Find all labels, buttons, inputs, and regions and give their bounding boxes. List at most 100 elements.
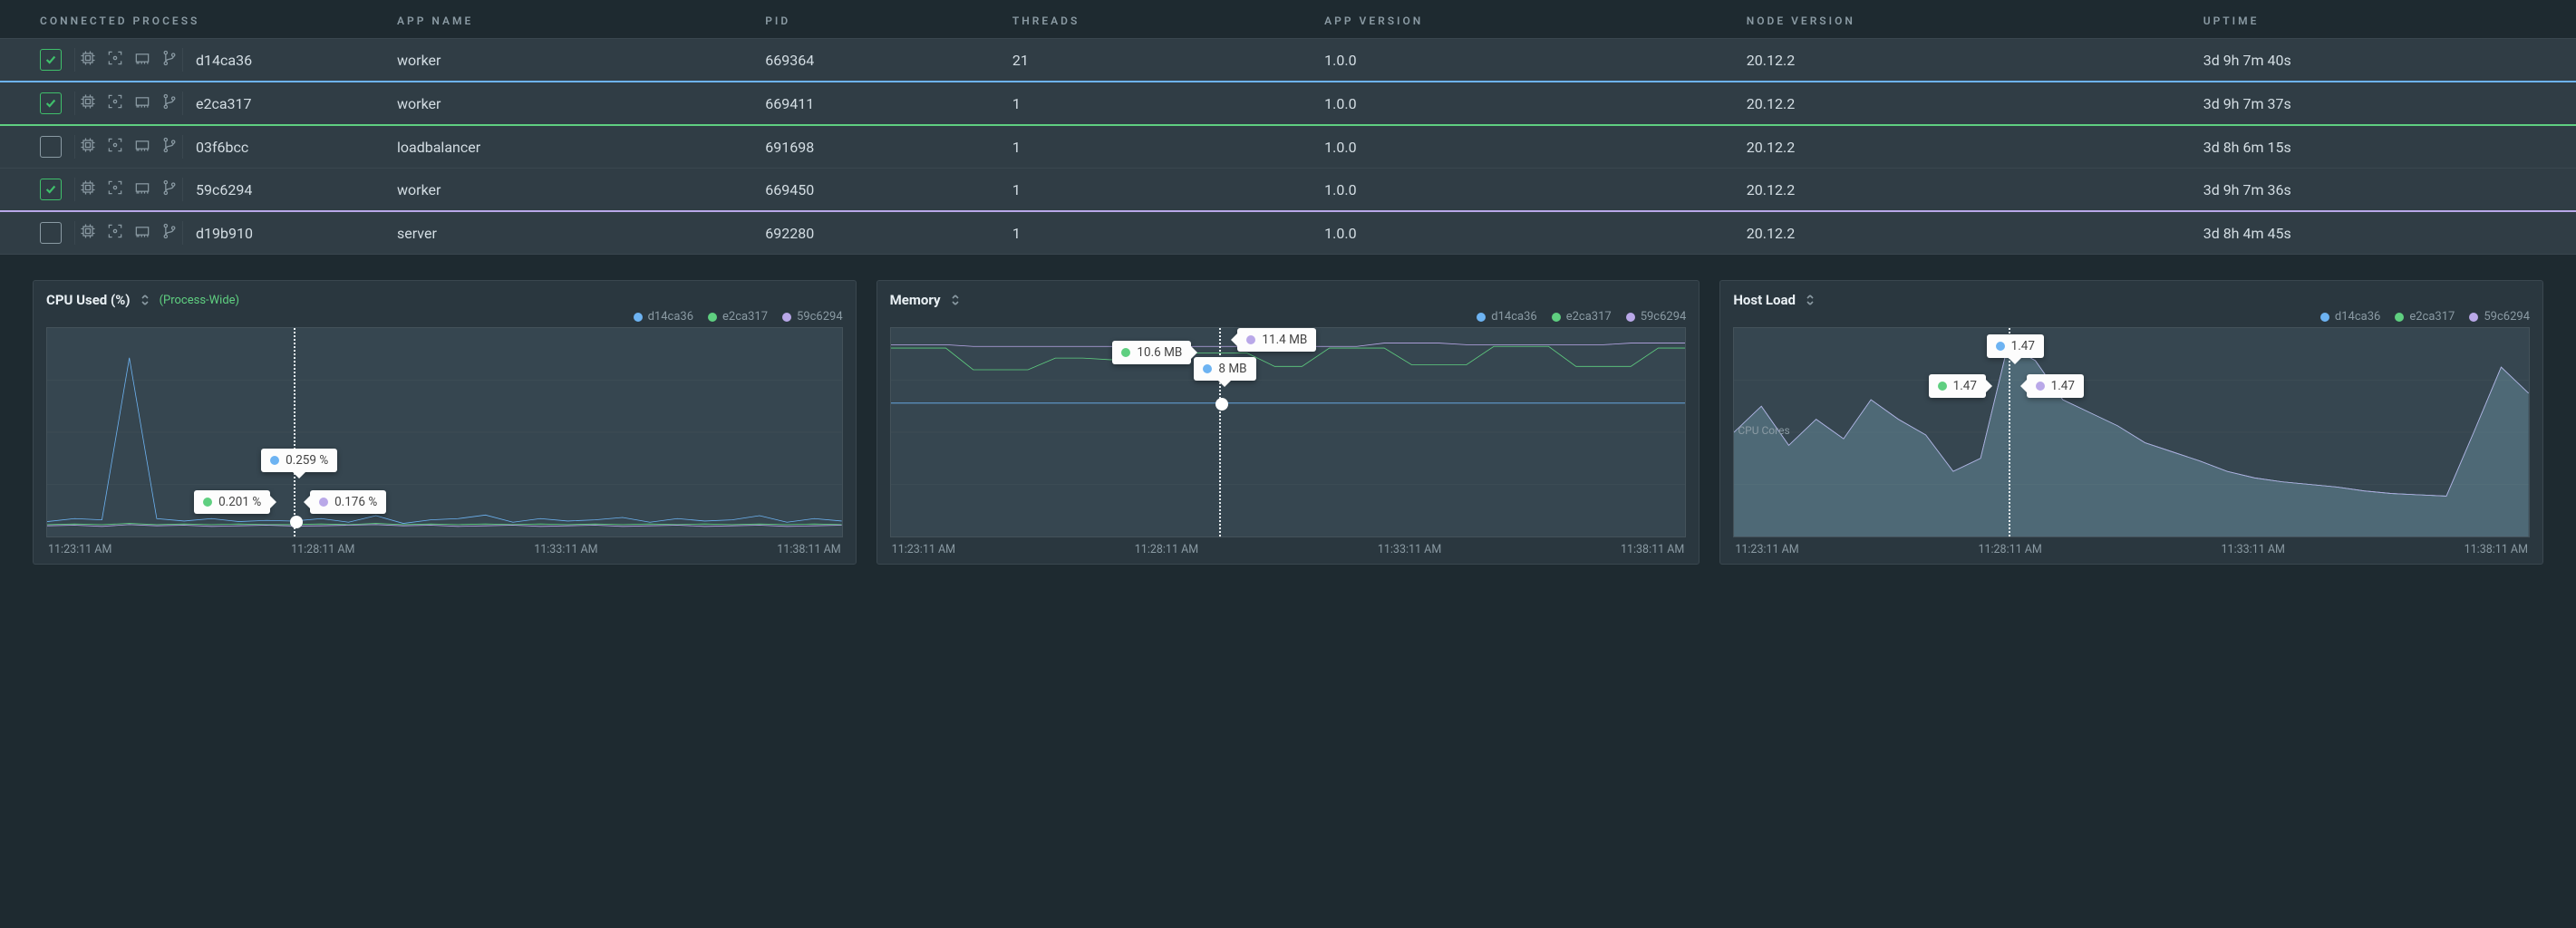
col-uptime[interactable]: UPTIME (2193, 0, 2576, 39)
x-tick: 11:33:11 AM (1378, 543, 1441, 556)
cell-pid: 669364 (754, 39, 1002, 82)
cell-threads: 1 (1002, 211, 1313, 255)
x-tick: 11:33:11 AM (2222, 543, 2285, 556)
cell-pid: 691698 (754, 125, 1002, 169)
cell-appversion: 1.0.0 (1313, 211, 1736, 255)
memory-plot[interactable]: 10.6 MB8 MB 11.4 MB (890, 327, 1687, 537)
x-tick: 11:38:11 AM (777, 543, 840, 556)
sort-icon[interactable] (950, 295, 961, 305)
memory-icon[interactable] (133, 49, 151, 71)
focus-icon[interactable] (106, 179, 124, 200)
sort-icon[interactable] (1805, 295, 1816, 305)
legend-item[interactable]: e2ca317 (2395, 310, 2455, 324)
legend-item[interactable]: d14ca36 (1477, 310, 1536, 324)
legend-item[interactable]: 59c6294 (782, 310, 843, 324)
memory-icon[interactable] (133, 222, 151, 244)
table-row[interactable]: 59c6294 worker 669450 1 1.0.0 20.12.2 3d… (0, 169, 2576, 212)
row-checkbox[interactable] (40, 222, 62, 244)
x-tick: 11:33:11 AM (534, 543, 597, 556)
cpu-icon[interactable] (79, 92, 97, 114)
col-appname[interactable]: APP NAME (386, 0, 754, 39)
cpu-legend: d14ca36 e2ca317 59c6294 (46, 310, 843, 324)
focus-icon[interactable] (106, 92, 124, 114)
cell-appversion: 1.0.0 (1313, 82, 1736, 125)
process-id: 59c6294 (196, 181, 252, 198)
cpu-xlabels: 11:23:11 AM11:28:11 AM11:33:11 AM11:38:1… (46, 537, 843, 556)
cell-uptime: 3d 9h 7m 36s (2193, 169, 2576, 212)
cpu-icon[interactable] (79, 49, 97, 71)
cell-appversion: 1.0.0 (1313, 39, 1736, 82)
legend-dot-icon (1626, 313, 1635, 322)
annotation-cpu-cores: CPU Cores (1738, 424, 1789, 437)
cell-threads: 1 (1002, 125, 1313, 169)
row-checkbox[interactable] (40, 136, 62, 158)
row-action-icons (74, 48, 183, 72)
legend-item[interactable]: d14ca36 (634, 310, 693, 324)
memory-xlabels: 11:23:11 AM11:28:11 AM11:33:11 AM11:38:1… (890, 537, 1687, 556)
tooltip: 1.47 (1929, 374, 1986, 398)
legend-item[interactable]: d14ca36 (2320, 310, 2380, 324)
process-id: d14ca36 (196, 52, 252, 69)
table-row[interactable]: 03f6bcc loadbalancer 691698 1 1.0.0 20.1… (0, 125, 2576, 169)
x-tick: 11:38:11 AM (1621, 543, 1684, 556)
legend-dot-icon (634, 313, 643, 322)
table-row[interactable]: d14ca36 worker 669364 21 1.0.0 20.12.2 3… (0, 39, 2576, 82)
row-checkbox[interactable] (40, 179, 62, 200)
focus-icon[interactable] (106, 222, 124, 244)
row-action-icons (74, 92, 183, 115)
branch-icon[interactable] (160, 222, 179, 244)
row-checkbox[interactable] (40, 49, 62, 71)
col-pid[interactable]: PID (754, 0, 1002, 39)
process-id: d19b910 (196, 225, 253, 242)
col-nodeversion[interactable]: NODE VERSION (1736, 0, 2193, 39)
branch-icon[interactable] (160, 49, 179, 71)
legend-item[interactable]: 59c6294 (2469, 310, 2530, 324)
focus-icon[interactable] (106, 49, 124, 71)
branch-icon[interactable] (160, 179, 179, 200)
cpu-icon[interactable] (79, 179, 97, 200)
branch-icon[interactable] (160, 136, 179, 158)
chart-cursor[interactable] (294, 328, 295, 536)
tooltip: 1.47 (2027, 374, 2084, 398)
cell-uptime: 3d 9h 7m 40s (2193, 39, 2576, 82)
x-tick: 11:23:11 AM (1735, 543, 1798, 556)
legend-dot-icon (1552, 313, 1561, 322)
legend-item[interactable]: e2ca317 (708, 310, 768, 324)
hostload-legend: d14ca36 e2ca317 59c6294 (1733, 310, 2530, 324)
dashboard: CONNECTED PROCESS APP NAME PID THREADS A… (0, 0, 2576, 583)
row-action-icons (74, 178, 183, 201)
sort-icon[interactable] (140, 295, 150, 305)
table-row[interactable]: e2ca317 worker 669411 1 1.0.0 20.12.2 3d… (0, 82, 2576, 125)
focus-icon[interactable] (106, 136, 124, 158)
tooltip: 10.6 MB (1112, 341, 1191, 364)
col-process[interactable]: CONNECTED PROCESS (0, 0, 386, 39)
col-threads[interactable]: THREADS (1002, 0, 1313, 39)
memory-icon[interactable] (133, 179, 151, 200)
cell-pid: 669411 (754, 82, 1002, 125)
memory-legend: d14ca36 e2ca317 59c6294 (890, 310, 1687, 324)
row-checkbox[interactable] (40, 92, 62, 114)
cell-uptime: 3d 9h 7m 37s (2193, 82, 2576, 125)
cpu-plot[interactable]: 0.259 %0.201 %0.176 % (46, 327, 843, 537)
cpu-icon[interactable] (79, 222, 97, 244)
table-header: CONNECTED PROCESS APP NAME PID THREADS A… (0, 0, 2576, 39)
cell-nodeversion: 20.12.2 (1736, 211, 2193, 255)
cell-appname: worker (386, 169, 754, 212)
table-row[interactable]: d19b910 server 692280 1 1.0.0 20.12.2 3d… (0, 211, 2576, 255)
tooltip: 8 MB (1194, 357, 1255, 381)
memory-icon[interactable] (133, 136, 151, 158)
cell-appname: worker (386, 39, 754, 82)
cpu-icon[interactable] (79, 136, 97, 158)
legend-item[interactable]: e2ca317 (1552, 310, 1612, 324)
process-id: e2ca317 (196, 95, 252, 112)
col-appversion[interactable]: APP VERSION (1313, 0, 1736, 39)
legend-item[interactable]: 59c6294 (1626, 310, 1687, 324)
memory-icon[interactable] (133, 92, 151, 114)
charts-row: CPU Used (%) (Process-Wide) d14ca36e2ca3… (0, 255, 2576, 565)
tooltip: 11.4 MB (1237, 328, 1316, 352)
legend-dot-icon (2469, 313, 2478, 322)
x-tick: 11:28:11 AM (1135, 543, 1198, 556)
hostload-plot[interactable]: CPU Cores1.471.471.47 (1733, 327, 2530, 537)
cell-threads: 1 (1002, 169, 1313, 212)
branch-icon[interactable] (160, 92, 179, 114)
